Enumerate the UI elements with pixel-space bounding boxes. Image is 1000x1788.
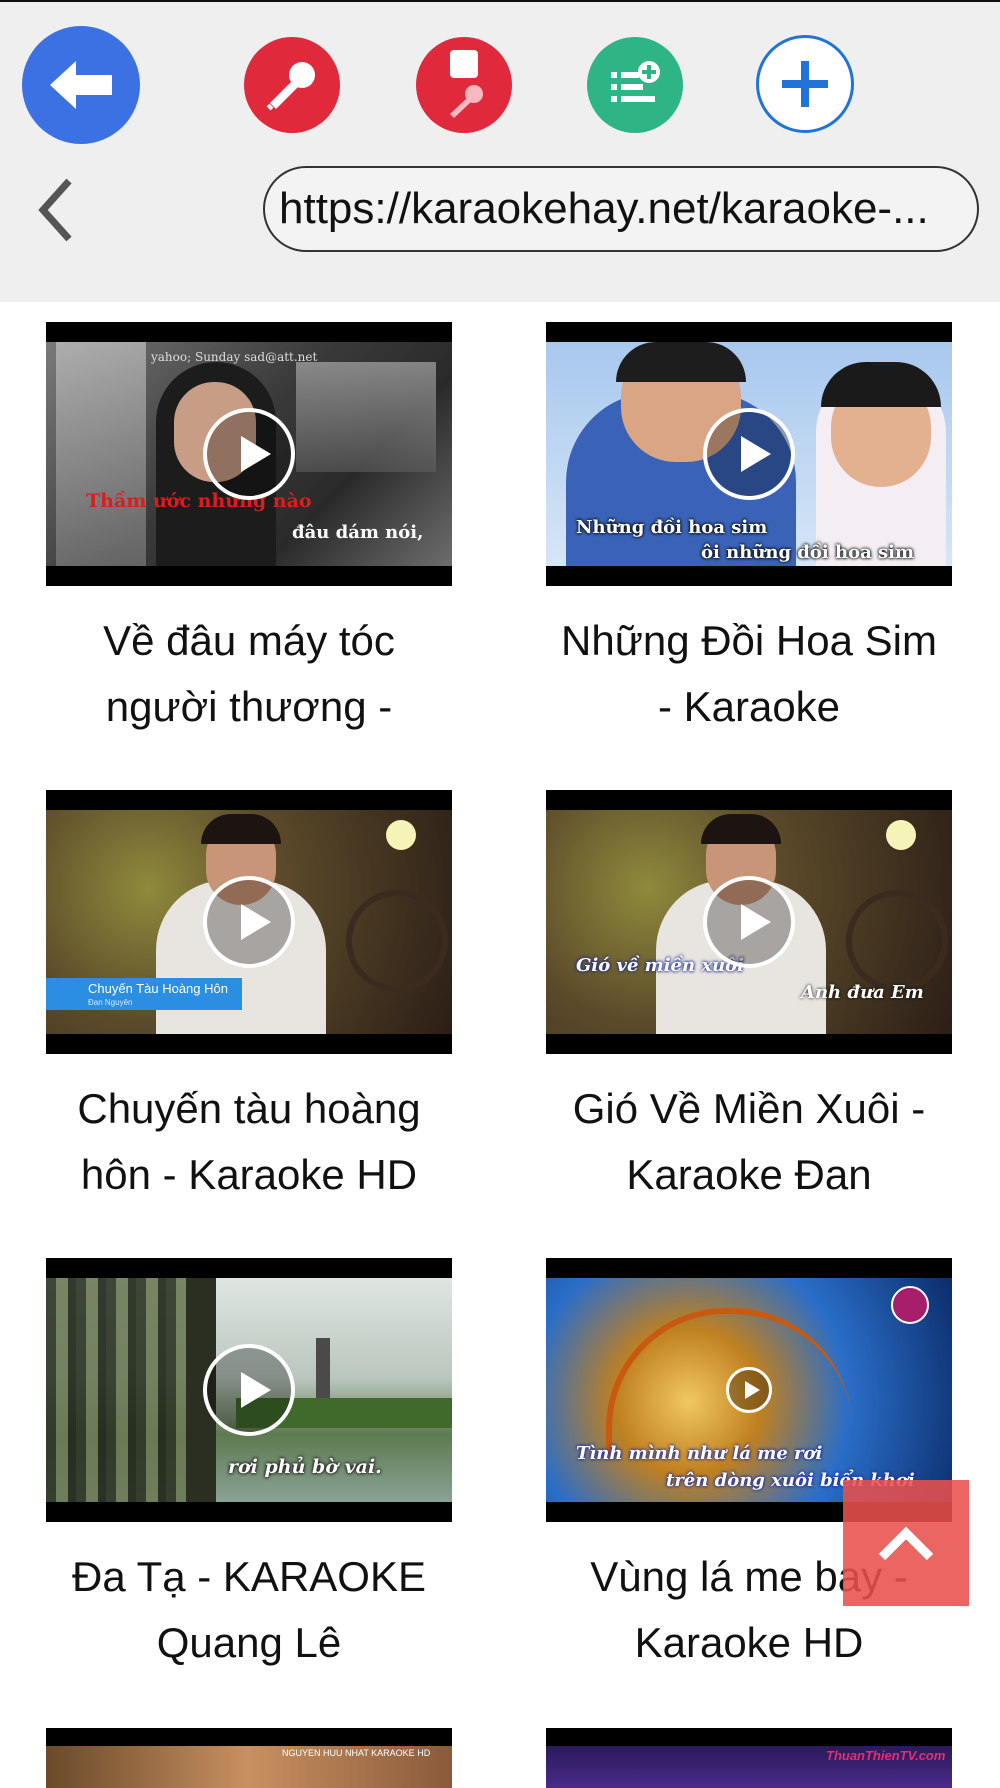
video-thumbnail[interactable]: Chuyến Tàu Hoàng Hôn Đan Nguyên (46, 790, 452, 1054)
thumbnail-watermark: yahoo; Sunday sad@att.net (151, 350, 318, 364)
video-title-line: Quang Lê (156, 1619, 342, 1666)
video-title-line: Về đâu máy tóc (103, 617, 395, 664)
video-title-line: Chuyến tàu hoàng (77, 1085, 421, 1132)
video-thumbnail[interactable]: yahoo; Sunday sad@att.net Thầm ước nhưng… (46, 322, 452, 586)
lyric-line: Anh đưa Em (801, 982, 924, 1003)
video-title-line: người thương - (105, 683, 393, 730)
video-title-line: Gió Về Miền Xuôi - (572, 1085, 926, 1132)
app-toolbar: https://karaokehay.net/karaoke-... (0, 0, 1000, 302)
arrow-left-icon (50, 61, 112, 109)
microphone-icon (266, 62, 315, 111)
microphone-button[interactable] (244, 37, 340, 133)
stop-microphone-button[interactable] (416, 37, 512, 133)
video-thumbnail[interactable]: Những đồi hoa sim ôi những đồi hoa sim (546, 322, 952, 586)
lyric-line: ôi những đồi hoa sim (701, 542, 915, 563)
video-title[interactable]: Chuyến tàu hoàng hôn - Karaoke HD (46, 1076, 452, 1208)
video-title-line: Đa Tạ - KARAOKE (71, 1553, 426, 1600)
lyric-line: đâu dám nói, (292, 522, 424, 543)
video-title-line: Karaoke HD (634, 1619, 864, 1666)
thumbnail-watermark: ThuanThienTV.com (826, 1748, 946, 1763)
video-thumbnail[interactable]: ThuanThienTV.com (546, 1728, 952, 1788)
plus-icon (782, 61, 828, 107)
video-title[interactable]: Về đâu máy tóc người thương - (46, 608, 452, 740)
lyric-line: Những đồi hoa sim (576, 517, 768, 538)
video-card[interactable]: yahoo; Sunday sad@att.net Thầm ước nhưng… (46, 322, 452, 740)
url-text: https://karaokehay.net/karaoke-... (279, 184, 929, 233)
play-icon (726, 1367, 772, 1413)
video-thumbnail[interactable]: NGUYEN HUU NHAT KARAOKE HD (46, 1728, 452, 1788)
microphone-stop-icon (450, 50, 483, 118)
add-to-playlist-button[interactable] (587, 37, 683, 133)
browser-back-button[interactable] (30, 172, 80, 247)
video-card[interactable]: rơi phủ bờ vai. Đa Tạ - KARAOKE Quang Lê (46, 1258, 452, 1676)
video-card[interactable]: Chuyến Tàu Hoàng Hôn Đan Nguyên Chuyến t… (46, 790, 452, 1208)
playlist-add-icon (611, 61, 660, 102)
video-card[interactable]: NGUYEN HUU NHAT KARAOKE HD (46, 1728, 452, 1788)
video-title-line: - Karaoke (657, 683, 841, 730)
video-title[interactable]: Gió Về Miền Xuôi - Karaoke Đan (546, 1076, 952, 1208)
video-title[interactable]: Những Đồi Hoa Sim - Karaoke (546, 608, 952, 740)
video-card[interactable]: ThuanThienTV.com (546, 1728, 952, 1788)
chevron-left-icon (38, 178, 72, 241)
video-card[interactable]: Tình mình như lá me rơi trên dòng xuôi b… (546, 1258, 952, 1676)
video-title-line: Karaoke Đan (626, 1151, 872, 1198)
play-icon (203, 876, 295, 968)
play-icon (703, 408, 795, 500)
lyric-line: rơi phủ bờ vai. (228, 1456, 382, 1478)
add-button[interactable] (756, 35, 854, 133)
play-icon (703, 876, 795, 968)
banner-title: Chuyến Tàu Hoàng Hôn (88, 981, 228, 996)
video-title[interactable]: Đa Tạ - KARAOKE Quang Lê (46, 1544, 452, 1676)
lyric-line: Gió về miền xuôi (576, 955, 745, 976)
lyric-line: Thầm ước nhưng nào (86, 490, 312, 512)
thumbnail-watermark: NGUYEN HUU NHAT KARAOKE HD (282, 1748, 431, 1758)
url-field[interactable]: https://karaokehay.net/karaoke-... (263, 166, 979, 252)
lyric-line: Tình mình như lá me rơi (576, 1443, 823, 1464)
video-title-line: hôn - Karaoke HD (80, 1151, 418, 1198)
song-title-banner: Chuyến Tàu Hoàng Hôn Đan Nguyên (46, 978, 242, 1010)
scroll-to-top-button[interactable] (843, 1480, 969, 1606)
play-icon (203, 408, 295, 500)
video-card[interactable]: Những đồi hoa sim ôi những đồi hoa sim N… (546, 322, 952, 740)
back-arrow-button[interactable] (22, 26, 140, 144)
play-icon (203, 1344, 295, 1436)
video-thumbnail[interactable]: Gió về miền xuôi Anh đưa Em (546, 790, 952, 1054)
video-title-line: Những Đồi Hoa Sim (561, 617, 937, 664)
chevron-up-icon (878, 1526, 934, 1561)
video-card[interactable]: Gió về miền xuôi Anh đưa Em Gió Về Miền … (546, 790, 952, 1208)
banner-subtitle: Đan Nguyên (88, 998, 133, 1007)
video-thumbnail[interactable]: rơi phủ bờ vai. (46, 1258, 452, 1522)
